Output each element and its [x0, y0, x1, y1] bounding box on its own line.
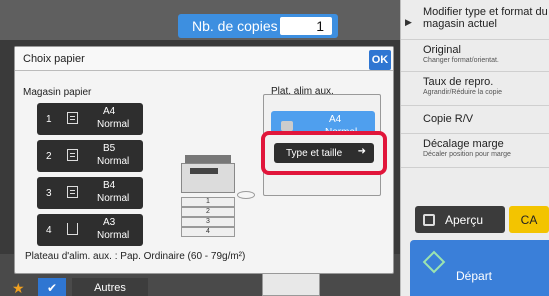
paper-select-dialog: Choix papier OK Magasin papier 1 A4 Norm…: [14, 46, 394, 274]
tray-size: B5: [103, 143, 116, 154]
printer-body: [181, 163, 235, 193]
depart-label: Départ: [456, 269, 493, 283]
printer-tray: 3: [181, 217, 235, 227]
tray-number: 1: [46, 114, 52, 125]
paper-tray-icon: [67, 149, 78, 161]
rp-item-original[interactable]: Original Changer format/orientat.: [401, 44, 549, 72]
type-taille-highlight: Type et taille ➜: [261, 131, 387, 175]
magasin-label: Magasin papier: [23, 87, 92, 98]
printer-top: [185, 155, 231, 163]
apercu-button[interactable]: Aperçu: [415, 206, 505, 233]
printer-tray: 2: [181, 207, 235, 217]
tray-type: Normal: [97, 119, 130, 130]
paper-tray-icon: [67, 112, 78, 124]
rp-subtitle: Changer format/orientat.: [423, 57, 499, 64]
copier-screen: Nb. de copies 1 ▶︎ Modifier type et form…: [0, 0, 549, 296]
tray-button-1[interactable]: 1 A4 Normal: [37, 103, 143, 135]
tray-button-3[interactable]: 3 B4 Normal: [37, 177, 143, 209]
ok-button[interactable]: OK: [369, 50, 391, 70]
printer-tray: 1: [181, 197, 235, 207]
top-bar: Nb. de copies 1: [0, 0, 400, 40]
dialog-header: Choix papier OK: [15, 47, 393, 71]
apercu-label: Aperçu: [445, 212, 484, 227]
rp-title: Copie R/V: [423, 113, 474, 125]
tray-number: 2: [46, 151, 52, 162]
arrow-right-icon: ▶︎: [405, 17, 412, 27]
type-taille-label: Type et taille: [286, 147, 343, 159]
tray-number: 4: [46, 225, 52, 236]
rp-item-decalage-marge[interactable]: Décalage marge Décaler position pour mar…: [401, 138, 549, 168]
bypass-tray-icon: [67, 223, 78, 235]
copies-field[interactable]: Nb. de copies 1: [178, 14, 338, 38]
arrow-right-icon: ➜: [357, 146, 366, 157]
rp-title: Modifier type et format du magasin actue…: [423, 6, 548, 30]
hand-tray-icon: [281, 121, 293, 131]
printer-panel: [190, 168, 218, 174]
printer-tray: 4: [181, 227, 235, 237]
tray-number: 3: [46, 188, 52, 199]
check-icon[interactable]: ✔: [38, 278, 66, 296]
bypass-tray-shape: [237, 191, 255, 199]
copies-value[interactable]: 1: [280, 17, 332, 35]
dialog-title: Choix papier: [23, 53, 85, 65]
rp-title: Taux de repro.: [423, 76, 494, 88]
paper-tray-icon: [67, 186, 78, 198]
start-icon: [422, 250, 446, 274]
autres-button[interactable]: Autres: [72, 278, 148, 296]
tray-size: A3: [103, 217, 116, 228]
tray-type: Normal: [97, 193, 130, 204]
tray-button-4[interactable]: 4 A3 Normal: [37, 214, 143, 246]
depart-button[interactable]: Départ: [410, 240, 549, 296]
preview-icon: [423, 213, 435, 226]
tray-size: B4: [103, 180, 116, 191]
star-icon[interactable]: ★: [12, 280, 25, 296]
rp-item-taux-repro[interactable]: Taux de repro. Agrandir/Réduire la copie: [401, 76, 549, 106]
plateau-info: Plateau d'alim. aux. : Pap. Ordinaire (6…: [25, 251, 246, 262]
rp-subtitle: Agrandir/Réduire la copie: [423, 89, 502, 96]
rp-title: Original: [423, 44, 461, 56]
rp-item-copie-rv[interactable]: Copie R/V: [401, 110, 549, 134]
rp-subtitle: Décaler position pour marge: [423, 151, 511, 158]
copies-label: Nb. de copies: [192, 18, 278, 34]
rp-item-modifier-type[interactable]: ▶︎ Modifier type et format du magasin ac…: [401, 6, 549, 40]
tray-size: A4: [103, 106, 116, 117]
type-taille-button[interactable]: Type et taille ➜: [274, 143, 374, 163]
tray-type: Normal: [97, 156, 130, 167]
tray-button-2[interactable]: 2 B5 Normal: [37, 140, 143, 172]
aux-size: A4: [329, 114, 342, 125]
ca-button[interactable]: CA: [509, 206, 549, 233]
tray-type: Normal: [97, 230, 130, 241]
printer-illustration: 1 2 3 4: [181, 155, 255, 247]
rp-title: Décalage marge: [423, 138, 504, 150]
